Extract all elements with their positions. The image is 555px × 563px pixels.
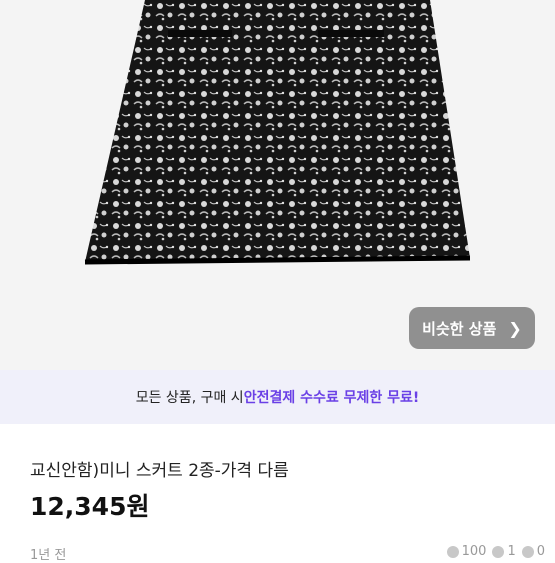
promo-text: 모든 상품, 구매 시	[135, 390, 244, 406]
likes-count: 1	[507, 544, 516, 559]
product-photo[interactable]: 비슷한 상품 ❯	[0, 0, 555, 370]
chats-stat: 0	[521, 544, 545, 559]
views-stat: 100	[446, 544, 487, 559]
chats-count: 0	[536, 544, 545, 559]
promo-highlight: 안전결제 수수료 무제한 무료!	[243, 390, 420, 406]
views-count: 100	[461, 544, 487, 559]
heart-icon	[492, 545, 505, 558]
chat-icon	[521, 545, 534, 558]
eye-icon	[446, 545, 459, 558]
chevron-right-icon: ❯	[508, 318, 522, 338]
likes-stat: 1	[492, 544, 516, 559]
similar-products-label: 비슷한 상품	[422, 319, 497, 338]
safe-payment-banner[interactable]: 모든 상품, 구매 시 안전결제 수수료 무제한 무료!	[0, 370, 555, 424]
similar-products-button[interactable]: 비슷한 상품 ❯	[409, 307, 535, 349]
product-title: 교신안함)미니 스커트 2종-가격 다름	[30, 461, 289, 481]
product-stats: 100 1 0	[446, 544, 545, 559]
posted-time: 1년 전	[30, 548, 67, 563]
product-price: 12,345원	[30, 492, 150, 521]
